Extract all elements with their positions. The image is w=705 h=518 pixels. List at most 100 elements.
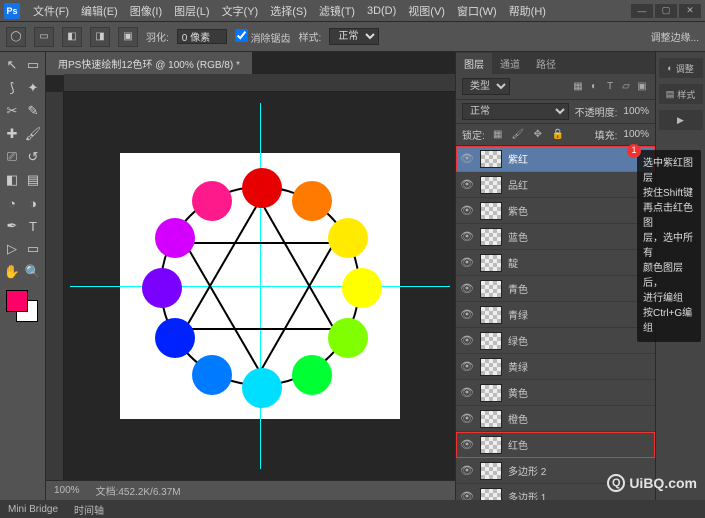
layer-row[interactable]: 👁黄色 (456, 380, 655, 406)
marquee-intersect-icon[interactable]: ▣ (118, 27, 138, 47)
type-tool-icon[interactable]: T (23, 215, 43, 237)
filter-type-icon[interactable]: T (603, 80, 617, 94)
move-tool-icon[interactable]: ↖ (2, 54, 22, 76)
layer-row[interactable]: 👁品红 (456, 172, 655, 198)
feather-input[interactable] (177, 29, 227, 44)
crop-tool-icon[interactable]: ✂ (2, 100, 22, 122)
pen-tool-icon[interactable]: ✒ (2, 215, 22, 237)
lock-all-icon[interactable]: 🔒 (551, 128, 565, 142)
blur-tool-icon[interactable]: ◔ (2, 192, 22, 214)
filter-shape-icon[interactable]: ▱ (619, 80, 633, 94)
brush-tool-icon[interactable]: 🖌 (23, 123, 43, 145)
visibility-icon[interactable]: 👁 (460, 152, 474, 165)
menu-item[interactable]: 滤镜(T) (314, 1, 360, 21)
menu-item[interactable]: 选择(S) (265, 1, 312, 21)
shape-tool-icon[interactable]: ▭ (23, 238, 43, 260)
menu-item[interactable]: 文件(F) (28, 1, 74, 21)
menu-item[interactable]: 图像(I) (125, 1, 167, 21)
fill-value[interactable]: 100% (623, 129, 649, 140)
history-brush-icon[interactable]: ↺ (23, 146, 43, 168)
marquee-tool-icon[interactable]: ▭ (23, 54, 43, 76)
layer-row[interactable]: 👁绿色 (456, 328, 655, 354)
visibility-icon[interactable]: 👁 (460, 334, 474, 347)
timeline-tab[interactable]: 时间轴 (74, 502, 104, 517)
layer-row[interactable]: 👁 紫红 (456, 146, 655, 172)
style-select[interactable]: 正常 (329, 28, 379, 45)
tool-preset-icon[interactable]: ◯ (6, 27, 26, 47)
layer-row[interactable]: 👁青绿 (456, 302, 655, 328)
eraser-tool-icon[interactable]: ◧ (2, 169, 22, 191)
tab-channels[interactable]: 通道 (492, 53, 528, 74)
blend-mode-select[interactable]: 正常 (462, 103, 569, 120)
visibility-icon[interactable]: 👁 (460, 490, 474, 500)
menu-item[interactable]: 文字(Y) (217, 1, 264, 21)
lock-pos-icon[interactable]: ✥ (531, 128, 545, 142)
refine-edge-button[interactable]: 调整边缘... (651, 29, 699, 44)
lasso-tool-icon[interactable]: ⟆ (2, 77, 22, 99)
wand-tool-icon[interactable]: ✦ (23, 77, 43, 99)
layer-row[interactable]: 👁红色 (456, 432, 655, 458)
filter-smart-icon[interactable]: ▣ (635, 80, 649, 94)
layer-row[interactable]: 👁黄绿 (456, 354, 655, 380)
visibility-icon[interactable]: 👁 (460, 230, 474, 243)
visibility-icon[interactable]: 👁 (460, 256, 474, 269)
play-icon[interactable]: ▶ (659, 110, 703, 130)
layer-row[interactable]: 👁靛 (456, 250, 655, 276)
marquee-add-icon[interactable]: ◧ (62, 27, 82, 47)
maximize-button[interactable]: ▢ (655, 4, 677, 18)
path-tool-icon[interactable]: ▷ (2, 238, 22, 260)
dodge-tool-icon[interactable]: ◑ (23, 192, 43, 214)
menu-item[interactable]: 编辑(E) (76, 1, 123, 21)
canvas-viewport[interactable] (64, 92, 455, 480)
eyedropper-tool-icon[interactable]: ✎ (23, 100, 43, 122)
visibility-icon[interactable]: 👁 (460, 360, 474, 373)
heal-tool-icon[interactable]: ✚ (2, 123, 22, 145)
filter-pixel-icon[interactable]: ▦ (571, 80, 585, 94)
zoom-level[interactable]: 100% (54, 485, 80, 496)
layer-thumb (480, 280, 502, 298)
layer-row[interactable]: 👁蓝色 (456, 224, 655, 250)
layer-row[interactable]: 👁青色 (456, 276, 655, 302)
menu-item[interactable]: 视图(V) (403, 1, 450, 21)
visibility-icon[interactable]: 👁 (460, 464, 474, 477)
lock-trans-icon[interactable]: ▦ (491, 128, 505, 142)
visibility-icon[interactable]: 👁 (460, 308, 474, 321)
layer-name: 紫红 (508, 151, 528, 166)
stamp-tool-icon[interactable]: ⎚ (2, 146, 22, 168)
minimize-button[interactable]: — (631, 4, 653, 18)
marquee-sub-icon[interactable]: ◨ (90, 27, 110, 47)
visibility-icon[interactable]: 👁 (460, 386, 474, 399)
mini-bridge-tab[interactable]: Mini Bridge (8, 504, 58, 515)
visibility-icon[interactable]: 👁 (460, 438, 474, 451)
zoom-tool-icon[interactable]: 🔍 (23, 261, 43, 283)
tab-paths[interactable]: 路径 (528, 53, 564, 74)
layer-thumb (480, 254, 502, 272)
document-tab[interactable]: 用PS快速绘制12色环 @ 100% (RGB/8) * (46, 52, 252, 76)
visibility-icon[interactable]: 👁 (460, 204, 474, 217)
styles-panel-button[interactable]: ▤ 样式 (659, 84, 703, 104)
hand-tool-icon[interactable]: ✋ (2, 261, 22, 283)
lock-paint-icon[interactable]: 🖌 (511, 128, 525, 142)
visibility-icon[interactable]: 👁 (460, 412, 474, 425)
filter-adjust-icon[interactable]: ◐ (587, 80, 601, 94)
menu-item[interactable]: 3D(D) (362, 3, 401, 19)
gradient-tool-icon[interactable]: ▤ (23, 169, 43, 191)
marquee-new-icon[interactable]: ▭ (34, 27, 54, 47)
opacity-value[interactable]: 100% (623, 106, 649, 117)
adjustments-panel-button[interactable]: ◐ 调整 (659, 58, 703, 78)
layer-row[interactable]: 👁橙色 (456, 406, 655, 432)
close-button[interactable]: ✕ (679, 4, 701, 18)
color-swatches[interactable] (2, 288, 43, 324)
visibility-icon[interactable]: 👁 (460, 282, 474, 295)
menu-item[interactable]: 窗口(W) (452, 1, 502, 21)
layer-row[interactable]: 👁紫色 (456, 198, 655, 224)
antialias-checkbox[interactable]: 消除锯齿 (235, 29, 291, 45)
fg-color-swatch[interactable] (6, 290, 28, 312)
menu-item[interactable]: 帮助(H) (504, 1, 551, 21)
menu-item[interactable]: 图层(L) (169, 1, 214, 21)
filter-kind-select[interactable]: 类型 (462, 78, 510, 95)
tab-layers[interactable]: 图层 (456, 53, 492, 74)
visibility-icon[interactable]: 👁 (460, 178, 474, 191)
feather-label: 羽化: (146, 29, 169, 44)
lock-label: 锁定: (462, 127, 485, 142)
